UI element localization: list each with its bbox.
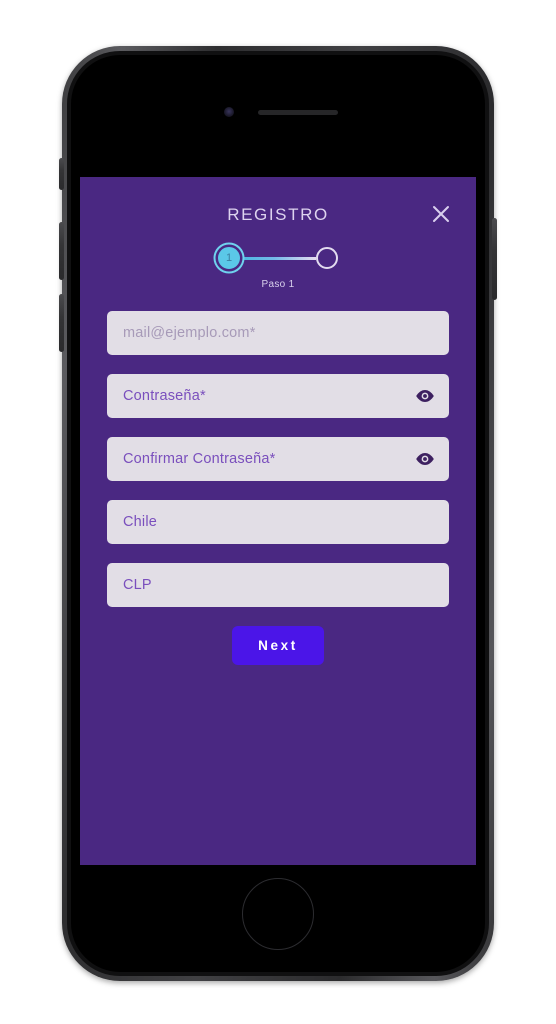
currency-field[interactable]: CLP [107, 563, 449, 607]
eye-icon [415, 452, 435, 466]
registration-form: mail@ejemplo.com* Contraseña* Confirmar … [80, 301, 476, 665]
submit-row: Next [107, 626, 449, 665]
status-bar [80, 165, 476, 177]
email-field[interactable]: mail@ejemplo.com* [107, 311, 449, 355]
step-indicator-2[interactable] [316, 247, 338, 269]
power-button[interactable] [492, 218, 497, 300]
phone-device-frame: REGISTRO 1 Paso 1 mail@ejemplo.com* Cont… [59, 46, 497, 981]
password-field-text: Contraseña* [123, 387, 206, 404]
silent-switch-button[interactable] [59, 158, 64, 190]
speaker-grille-icon [258, 110, 338, 115]
volume-up-button[interactable] [59, 222, 64, 280]
password-field[interactable]: Contraseña* [107, 374, 449, 418]
password-visibility-toggle[interactable] [415, 386, 435, 406]
step-indicator-1[interactable]: 1 [218, 247, 240, 269]
step-label: Paso 1 [261, 279, 295, 290]
currency-field-text: CLP [123, 576, 152, 593]
close-x-icon [428, 201, 454, 227]
next-button[interactable]: Next [232, 626, 324, 665]
screen-header: REGISTRO [80, 177, 476, 239]
volume-down-button[interactable] [59, 294, 64, 352]
eye-icon [415, 389, 435, 403]
registration-screen: REGISTRO 1 Paso 1 mail@ejemplo.com* Cont… [80, 177, 476, 865]
confirm-password-field[interactable]: Confirmar Contraseña* [107, 437, 449, 481]
step-connector-line [240, 256, 316, 260]
stepper-row: 1 [218, 245, 338, 271]
step-number-1: 1 [225, 251, 233, 264]
close-button[interactable] [428, 201, 454, 227]
home-button[interactable] [242, 878, 314, 950]
confirm-password-visibility-toggle[interactable] [415, 449, 435, 469]
phone-glass: REGISTRO 1 Paso 1 mail@ejemplo.com* Cont… [71, 55, 485, 972]
front-camera-icon [224, 107, 234, 117]
country-field[interactable]: Chile [107, 500, 449, 544]
progress-stepper: 1 Paso 1 [80, 239, 476, 301]
email-field-text: mail@ejemplo.com* [123, 324, 256, 341]
app-screen: REGISTRO 1 Paso 1 mail@ejemplo.com* Cont… [80, 165, 476, 865]
screenshot-stage: REGISTRO 1 Paso 1 mail@ejemplo.com* Cont… [0, 0, 556, 1024]
confirm-password-field-text: Confirmar Contraseña* [123, 450, 276, 467]
page-title: REGISTRO [227, 205, 329, 224]
country-field-text: Chile [123, 513, 158, 530]
